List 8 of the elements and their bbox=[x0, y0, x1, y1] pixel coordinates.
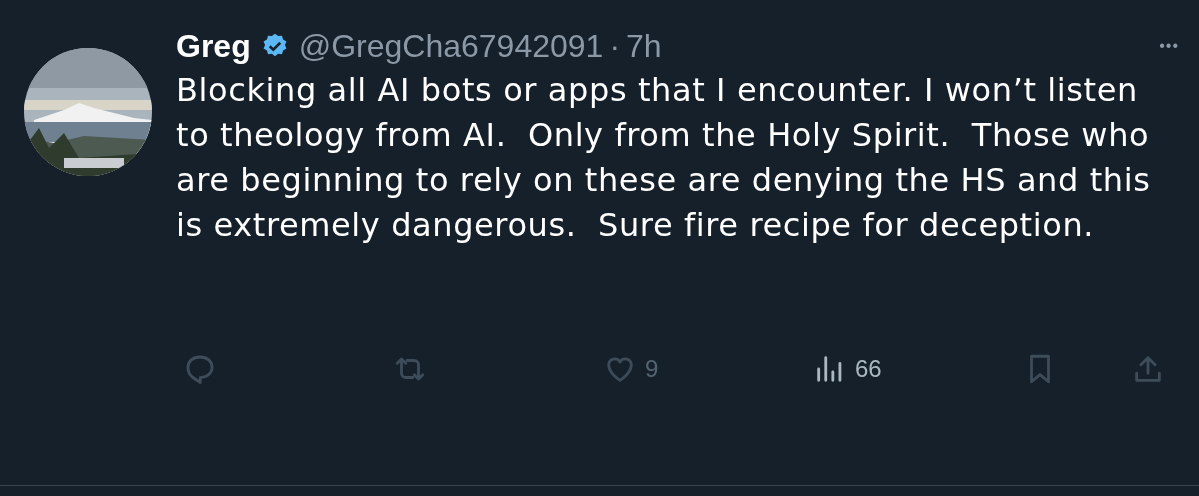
post-time[interactable]: 7h bbox=[626, 27, 662, 65]
views-count: 66 bbox=[855, 355, 882, 383]
more-menu[interactable]: ••• bbox=[1159, 37, 1179, 55]
like-count: 9 bbox=[645, 355, 659, 383]
tweet-text: Blocking all AI bots or apps that I encounter. I won’t listen to theology from AI. Only from the Holy Spirit. Those who are beginning to rely on these are denying the HS and this is extremely dangerous. Sure fire recipe for deception. bbox=[176, 70, 1152, 246]
author-name[interactable]: Greg bbox=[176, 27, 251, 65]
author-handle[interactable]: @GregCha67942091 bbox=[298, 27, 604, 65]
separator-dot: · bbox=[609, 27, 621, 65]
